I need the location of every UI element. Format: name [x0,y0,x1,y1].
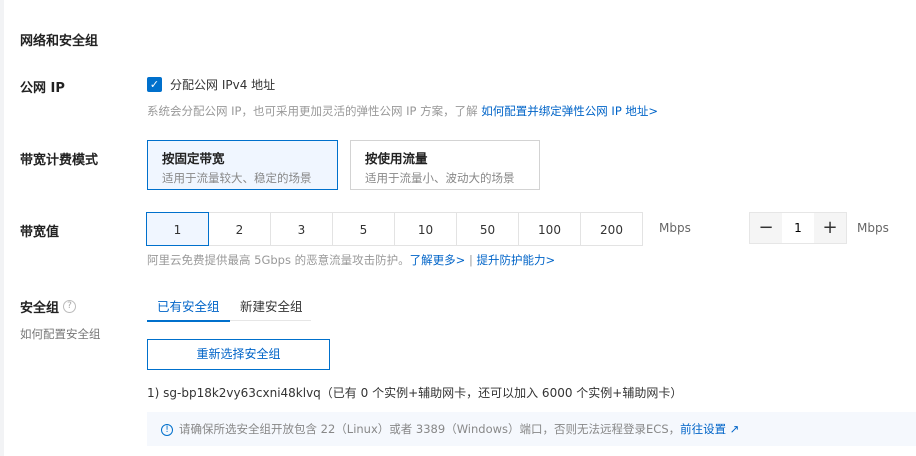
option-desc: 适用于流量较大、稳定的场景 [162,171,312,185]
external-link-icon: ↗ [726,422,740,436]
bandwidth-option[interactable]: 100 [518,212,581,246]
network-security-card: 网络和安全组 公网 IP ✓ 分配公网 IPv4 地址 系统会分配公网 IP，也… [4,0,916,456]
plus-button[interactable]: + [814,213,846,243]
checkbox-check-icon: ✓ [147,77,162,92]
section-title: 网络和安全组 [20,34,99,49]
bandwidth-option[interactable]: 1 [146,212,209,246]
tab-new-sg[interactable]: 新建安全组 [230,296,311,321]
bandwidth-label: 带宽值 [20,225,60,240]
ddos-hint: 阿里云免费提供最高 5Gbps 的恶意流量攻击防护。 [147,253,410,267]
help-icon[interactable]: ? [63,300,77,313]
bandwidth-unit: Mbps [659,221,691,235]
sg-alert: ! 请确保所选安全组开放包含 22（Linux）或者 3389（Windows）端… [147,412,916,446]
bandwidth-option[interactable]: 2 [208,212,271,246]
bandwidth-options: 1 2 3 5 10 50 100 200 [146,212,643,246]
bandwidth-stepper: − + [749,212,847,244]
public-ip-checkbox[interactable]: ✓ 分配公网 IPv4 地址 [147,76,275,93]
learn-more-link[interactable]: 了解更多> [410,253,466,267]
alert-text: 请确保所选安全组开放包含 22（Linux）或者 3389（Windows）端口… [179,422,681,436]
eip-link[interactable]: 如何配置并绑定弹性公网 IP 地址> [481,104,658,118]
bandwidth-option[interactable]: 200 [580,212,643,246]
reselect-sg-button[interactable]: 重新选择安全组 [147,339,330,370]
option-title: 按使用流量 [365,151,428,166]
public-ip-hint: 系统会分配公网 IP，也可采用更加灵活的弹性公网 IP 方案，了解 [147,104,478,118]
stepper-unit: Mbps [857,221,889,235]
goto-settings-link[interactable]: 前往设置 [680,422,726,436]
sg-config-link[interactable]: 如何配置安全组 [20,326,101,342]
bandwidth-option[interactable]: 3 [270,212,333,246]
billing-traffic-option[interactable]: 按使用流量 适用于流量小、波动大的场景 [350,140,540,190]
option-title: 按固定带宽 [162,151,225,166]
public-ip-label: 公网 IP [20,81,65,96]
billing-label: 带宽计费模式 [20,153,99,168]
separator: | [468,253,473,267]
bandwidth-input[interactable] [782,213,814,243]
bandwidth-option[interactable]: 50 [456,212,519,246]
minus-button[interactable]: − [750,213,782,243]
checkbox-label: 分配公网 IPv4 地址 [170,78,276,92]
tab-existing-sg[interactable]: 已有安全组 [147,296,230,322]
bandwidth-option[interactable]: 10 [394,212,457,246]
sg-line: 1) sg-bp18k2vy63cxni48klvq（已有 0 个实例+辅助网卡… [147,386,683,400]
upgrade-protection-link[interactable]: 提升防护能力> [476,253,555,267]
option-desc: 适用于流量小、波动大的场景 [365,171,515,185]
info-icon: ! [161,423,173,436]
security-group-label: 安全组 [20,301,60,316]
bandwidth-option[interactable]: 5 [332,212,395,246]
billing-fixed-option[interactable]: 按固定带宽 适用于流量较大、稳定的场景 [147,140,338,190]
